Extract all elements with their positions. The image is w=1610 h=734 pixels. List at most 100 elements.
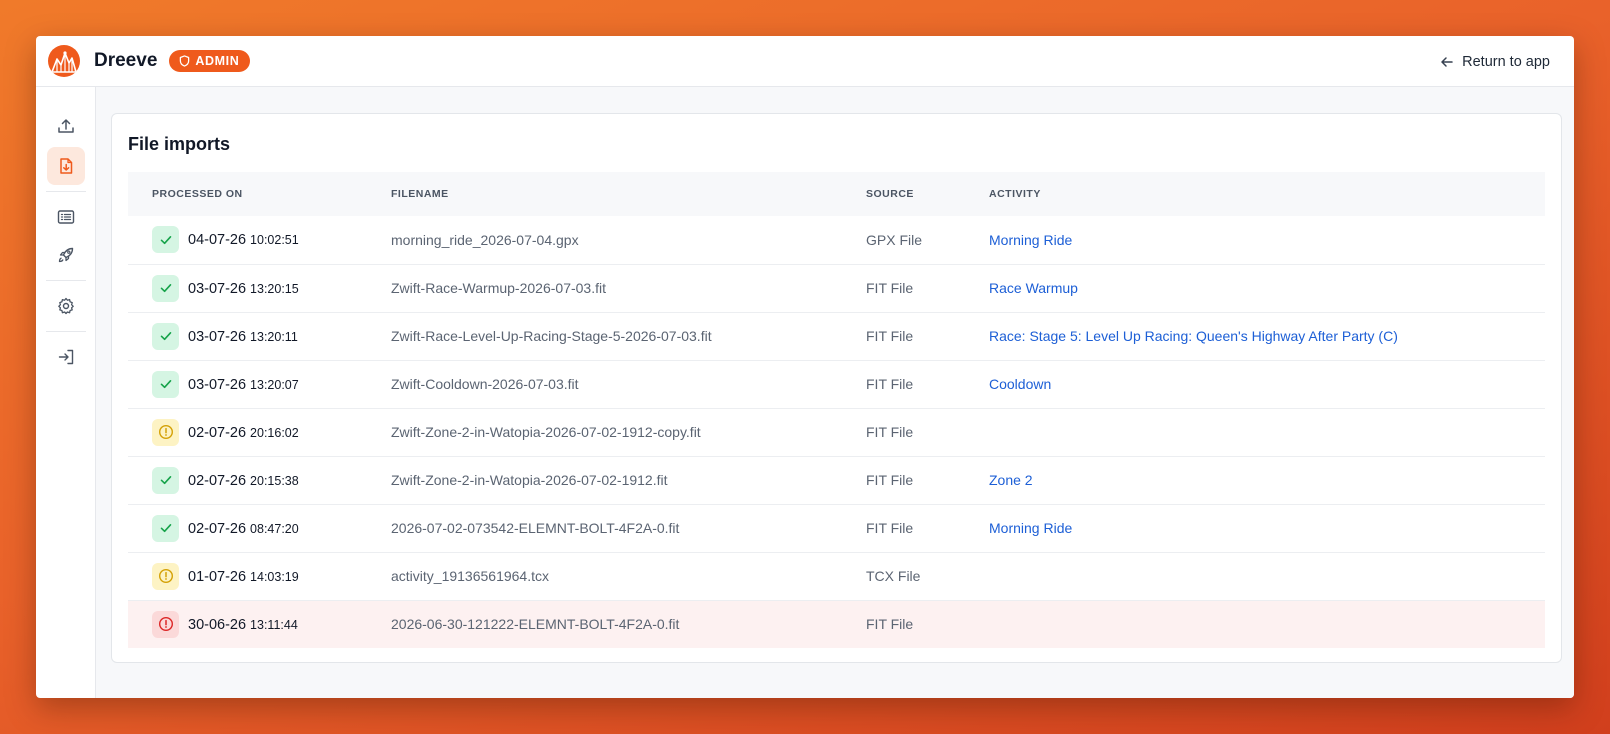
processed-on-cell: 03-07-26 13:20:11 (128, 311, 391, 360)
column-header-processed-on[interactable]: PROCESSED ON (128, 172, 391, 216)
activity-link[interactable]: Morning Ride (989, 232, 1072, 248)
activity-cell (989, 599, 1545, 648)
processed-time: 13:20:15 (250, 281, 299, 296)
source-cell: FIT File (866, 359, 989, 408)
upload-icon (57, 119, 74, 133)
gear-icon (57, 297, 74, 315)
source-cell: FIT File (866, 599, 989, 648)
activity-cell: Morning Ride (989, 503, 1545, 552)
activity-link[interactable]: Race: Stage 5: Level Up Racing: Queen's … (989, 328, 1398, 344)
return-to-app-link[interactable]: Return to app (1440, 36, 1550, 87)
processed-time: 13:20:07 (250, 377, 299, 392)
activity-cell: Morning Ride (989, 216, 1545, 264)
activity-link[interactable]: Cooldown (989, 376, 1051, 392)
table-row[interactable]: 02-07-26 20:15:38 Zwift-Zone-2-in-Watopia… (128, 455, 1545, 504)
top-bar: Dreeve ADMIN Return to app (36, 36, 1574, 87)
processed-date: 02-07-26 (188, 424, 247, 441)
filename-cell: Zwift-Cooldown-2026-07-03.fit (391, 359, 866, 408)
sidebar-item-launch[interactable] (47, 236, 85, 274)
filename-cell: Zwift-Race-Level-Up-Racing-Stage-5-2026-… (391, 311, 866, 360)
login-icon (58, 349, 73, 365)
table-row[interactable]: 03-07-26 13:20:15 Zwift-Race-Warmup-2026-… (128, 263, 1545, 312)
processed-time: 08:47:20 (250, 521, 299, 536)
processed-date: 30-06-26 (188, 616, 247, 633)
admin-badge-label: ADMIN (195, 54, 240, 68)
table-row[interactable]: 03-07-26 13:20:07 Zwift-Cooldown-2026-07-… (128, 359, 1545, 408)
return-to-app-label: Return to app (1462, 53, 1550, 70)
sidebar-divider (45, 191, 86, 192)
processed-date: 03-07-26 (188, 280, 247, 297)
sidebar-item-upload[interactable] (47, 107, 85, 145)
check-icon (152, 370, 179, 398)
activity-cell: Cooldown (989, 359, 1545, 408)
sidebar-item-file-imports[interactable] (46, 147, 85, 185)
processed-date: 03-07-26 (188, 376, 247, 393)
processed-date: 02-07-26 (188, 520, 247, 537)
table-row[interactable]: 02-07-26 08:47:20 2026-07-02-073542-ELEMN… (128, 503, 1545, 552)
processed-on-cell: 02-07-26 20:16:02 (128, 407, 391, 456)
table-row[interactable]: 02-07-26 20:16:02 Zwift-Zone-2-in-Watopia… (128, 407, 1545, 456)
table-row[interactable]: 01-07-26 14:03:19 activity_19136561964.tc… (128, 551, 1545, 600)
sidebar-item-settings[interactable] (47, 287, 85, 325)
shield-icon (180, 55, 190, 67)
check-icon (152, 466, 179, 494)
app-window: Dreeve ADMIN Return to app File imports … (36, 36, 1574, 698)
arrow-left-icon (1441, 56, 1453, 67)
activity-link[interactable]: Morning Ride (989, 520, 1072, 536)
rocket-icon (58, 247, 73, 263)
filename-cell: Zwift-Zone-2-in-Watopia-2026-07-02-1912-… (391, 407, 866, 456)
source-cell: FIT File (866, 407, 989, 456)
table-row[interactable]: 30-06-26 13:11:44 2026-06-30-121222-ELEMN… (128, 599, 1545, 648)
column-header-activity[interactable]: ACTIVITY (989, 172, 1545, 216)
filename-cell: Zwift-Zone-2-in-Watopia-2026-07-02-1912.… (391, 455, 866, 504)
sidebar-divider (45, 280, 86, 281)
app-name: Dreeve (94, 50, 158, 71)
check-icon (152, 322, 179, 350)
file-import-icon (59, 158, 72, 174)
processed-on-cell: 30-06-26 13:11:44 (128, 599, 391, 648)
processed-on-cell: 01-07-26 14:03:19 (128, 551, 391, 600)
source-cell: FIT File (866, 455, 989, 504)
processed-date: 01-07-26 (188, 568, 247, 585)
processed-on-cell: 03-07-26 13:20:07 (128, 359, 391, 408)
admin-badge: ADMIN (169, 50, 251, 72)
processed-date: 03-07-26 (188, 328, 247, 345)
table-body: 04-07-26 10:02:51 morning_ride_2026-07-04… (128, 216, 1545, 648)
filename-cell: 2026-07-02-073542-ELEMNT-BOLT-4F2A-0.fit (391, 503, 866, 552)
filename-cell: activity_19136561964.tcx (391, 551, 866, 600)
filename-cell: 2026-06-30-121222-ELEMNT-BOLT-4F2A-0.fit (391, 599, 866, 648)
column-header-source[interactable]: SOURCE (866, 172, 989, 216)
filename-cell: Zwift-Race-Warmup-2026-07-03.fit (391, 263, 866, 312)
activity-link[interactable]: Race Warmup (989, 280, 1078, 296)
source-cell: FIT File (866, 311, 989, 360)
app-logo-icon[interactable] (48, 45, 80, 77)
processed-on-cell: 02-07-26 20:15:38 (128, 455, 391, 504)
table-header-row: PROCESSED ON FILENAME SOURCE ACTIVITY (128, 172, 1545, 216)
sidebar (36, 87, 96, 698)
error-icon (152, 610, 179, 638)
column-header-filename[interactable]: FILENAME (391, 172, 866, 216)
filename-cell: morning_ride_2026-07-04.gpx (391, 231, 579, 248)
activity-link[interactable]: Zone 2 (989, 472, 1033, 488)
processed-on-cell: 04-07-26 10:02:51 (128, 216, 391, 264)
processed-time: 20:15:38 (250, 473, 299, 488)
processed-on-cell: 03-07-26 13:20:15 (128, 263, 391, 312)
activity-cell (989, 407, 1545, 456)
table-row[interactable]: 03-07-26 13:20:11 Zwift-Race-Level-Up-Rac… (128, 311, 1545, 360)
processed-date: 04-07-26 (188, 232, 247, 249)
processed-time: 13:11:44 (250, 617, 298, 632)
file-imports-card: File imports PROCESSED ON FILENAME SOURC… (111, 113, 1562, 663)
table-row[interactable]: 04-07-26 10:02:51 morning_ride_2026-07-04… (128, 216, 1545, 264)
source-cell: FIT File (866, 503, 989, 552)
page-title: File imports (128, 134, 231, 154)
processed-date: 02-07-26 (188, 472, 247, 489)
sidebar-divider (45, 331, 86, 332)
check-icon (152, 274, 179, 302)
processed-time: 10:02:51 (250, 233, 299, 248)
sidebar-item-sign-in[interactable] (47, 338, 85, 376)
file-imports-table: PROCESSED ON FILENAME SOURCE ACTIVITY 04… (128, 172, 1545, 648)
activity-cell (989, 551, 1545, 600)
list-icon (57, 210, 74, 224)
sidebar-item-activities[interactable] (47, 198, 85, 236)
warning-icon (152, 418, 179, 446)
